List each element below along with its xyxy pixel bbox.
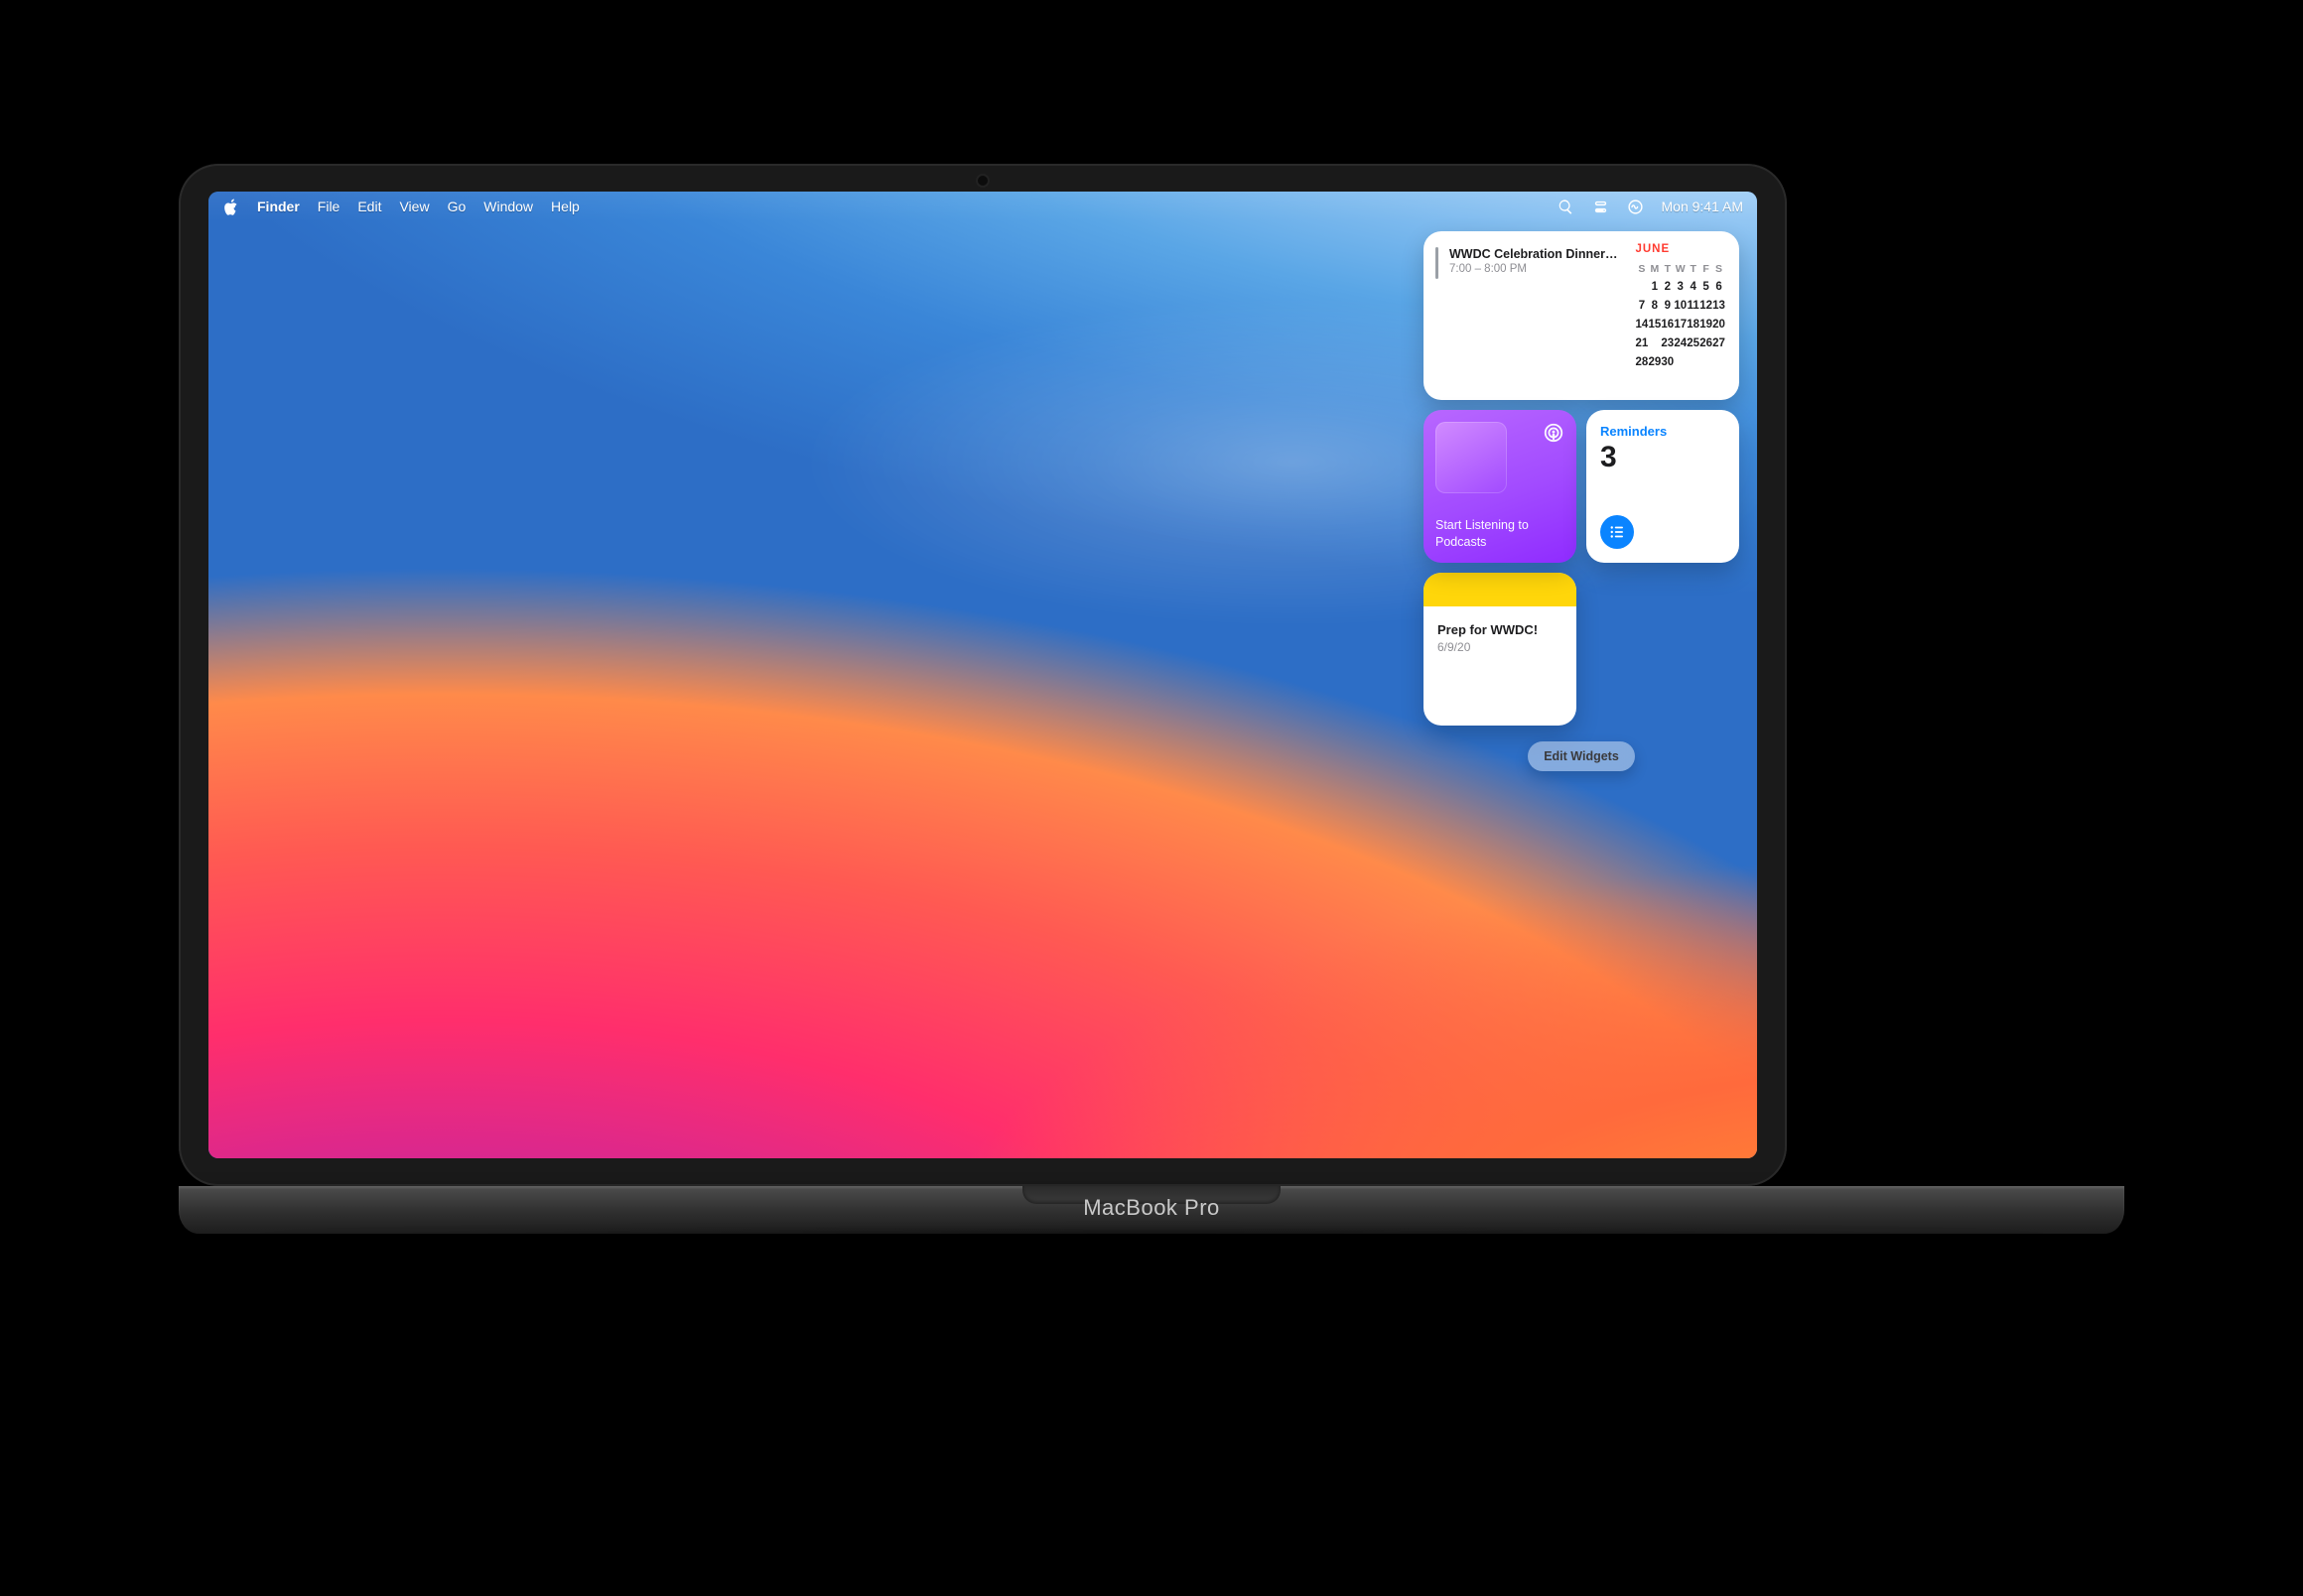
calendar-day[interactable]: 20 <box>1712 315 1725 333</box>
calendar-dow: S <box>1635 261 1648 277</box>
calendar-dow: W <box>1674 261 1687 277</box>
calendar-dow: M <box>1648 261 1661 277</box>
calendar-dow: T <box>1687 261 1699 277</box>
calendar-day <box>1674 352 1687 371</box>
calendar-day[interactable]: 6 <box>1712 277 1725 296</box>
calendar-day[interactable]: 25 <box>1687 333 1699 352</box>
calendar-widget[interactable]: WWDC Celebration Dinner… 7:00 – 8:00 PM … <box>1423 231 1739 400</box>
reminders-widget[interactable]: Reminders 3 <box>1586 410 1739 563</box>
notes-header-bar <box>1423 573 1576 606</box>
device-label: MacBook Pro <box>1083 1195 1220 1221</box>
calendar-day[interactable]: 17 <box>1674 315 1687 333</box>
calendar-day[interactable]: 13 <box>1712 296 1725 315</box>
siri-icon[interactable] <box>1627 199 1644 215</box>
spotlight-icon[interactable] <box>1558 199 1574 215</box>
menu-view[interactable]: View <box>399 199 429 214</box>
calendar-dow: S <box>1712 261 1725 277</box>
calendar-day[interactable]: 11 <box>1687 296 1699 315</box>
calendar-day[interactable]: 30 <box>1661 352 1674 371</box>
menu-window[interactable]: Window <box>483 199 533 214</box>
notification-center-widgets: WWDC Celebration Dinner… 7:00 – 8:00 PM … <box>1423 231 1739 771</box>
menu-file[interactable]: File <box>318 199 340 214</box>
podcast-artwork-placeholder <box>1435 422 1507 493</box>
control-center-icon[interactable] <box>1592 199 1609 215</box>
calendar-day[interactable]: 27 <box>1712 333 1725 352</box>
calendar-month-label: JUNE <box>1635 243 1725 255</box>
calendar-day[interactable]: 5 <box>1699 277 1712 296</box>
note-date: 6/9/20 <box>1437 640 1562 654</box>
calendar-dow: F <box>1699 261 1712 277</box>
calendar-day[interactable]: 14 <box>1635 315 1648 333</box>
menu-clock[interactable]: Mon 9:41 AM <box>1662 199 1744 214</box>
calendar-day[interactable]: 3 <box>1674 277 1687 296</box>
menu-edit[interactable]: Edit <box>357 199 381 214</box>
display: Finder File Edit View Go Window Help <box>208 192 1757 1158</box>
podcasts-widget[interactable]: Start Listening to Podcasts <box>1423 410 1576 563</box>
note-title: Prep for WWDC! <box>1437 622 1562 637</box>
calendar-dow: T <box>1661 261 1674 277</box>
calendar-day <box>1699 352 1712 371</box>
calendar-day[interactable]: 15 <box>1648 315 1661 333</box>
menu-bar: Finder File Edit View Go Window Help <box>208 192 1757 221</box>
macbook-base: MacBook Pro <box>179 1186 2124 1234</box>
apple-menu-icon[interactable] <box>222 199 239 215</box>
calendar-day[interactable]: 24 <box>1674 333 1687 352</box>
calendar-month-section: JUNE SMTWTFS1234567891011121314151617181… <box>1627 231 1739 400</box>
calendar-day[interactable]: 12 <box>1699 296 1712 315</box>
calendar-day <box>1687 352 1699 371</box>
calendar-day[interactable]: 29 <box>1648 352 1661 371</box>
facetime-camera <box>978 176 988 186</box>
macbook-lid: Finder File Edit View Go Window Help <box>179 164 1787 1186</box>
podcasts-cta-text: Start Listening to Podcasts <box>1435 517 1564 551</box>
calendar-day[interactable]: 4 <box>1687 277 1699 296</box>
calendar-day[interactable]: 18 <box>1687 315 1699 333</box>
calendar-day[interactable]: 8 <box>1648 296 1661 315</box>
calendar-day[interactable]: 1 <box>1648 277 1661 296</box>
edit-widgets-button[interactable]: Edit Widgets <box>1528 741 1635 771</box>
calendar-day[interactable]: 21 <box>1635 333 1648 352</box>
reminders-count: 3 <box>1600 441 1725 474</box>
calendar-day[interactable]: 7 <box>1635 296 1648 315</box>
calendar-day[interactable]: 9 <box>1661 296 1674 315</box>
calendar-day[interactable]: 10 <box>1674 296 1687 315</box>
podcasts-icon <box>1543 422 1564 447</box>
event-color-bar <box>1435 247 1438 279</box>
calendar-event-section: WWDC Celebration Dinner… 7:00 – 8:00 PM <box>1423 231 1627 400</box>
menu-app-name[interactable]: Finder <box>257 199 300 214</box>
notes-widget[interactable]: Prep for WWDC! 6/9/20 <box>1423 573 1576 726</box>
calendar-day[interactable]: 16 <box>1661 315 1674 333</box>
calendar-grid: SMTWTFS123456789101112131415161718192021… <box>1635 261 1725 371</box>
reminders-title: Reminders <box>1600 424 1725 439</box>
menu-help[interactable]: Help <box>551 199 580 214</box>
calendar-day[interactable]: 2 <box>1661 277 1674 296</box>
menu-go[interactable]: Go <box>448 199 467 214</box>
reminders-list-icon <box>1600 515 1634 549</box>
calendar-event-title: WWDC Celebration Dinner… <box>1449 247 1617 261</box>
calendar-day[interactable]: 19 <box>1699 315 1712 333</box>
calendar-event-time: 7:00 – 8:00 PM <box>1449 263 1617 275</box>
calendar-day[interactable]: 28 <box>1635 352 1648 371</box>
calendar-day[interactable]: 26 <box>1699 333 1712 352</box>
macbook-frame: Finder File Edit View Go Window Help <box>179 164 2124 1234</box>
calendar-day <box>1635 277 1648 296</box>
calendar-day[interactable]: 22 <box>1648 333 1661 352</box>
calendar-day <box>1712 352 1725 371</box>
calendar-day[interactable]: 23 <box>1661 333 1674 352</box>
